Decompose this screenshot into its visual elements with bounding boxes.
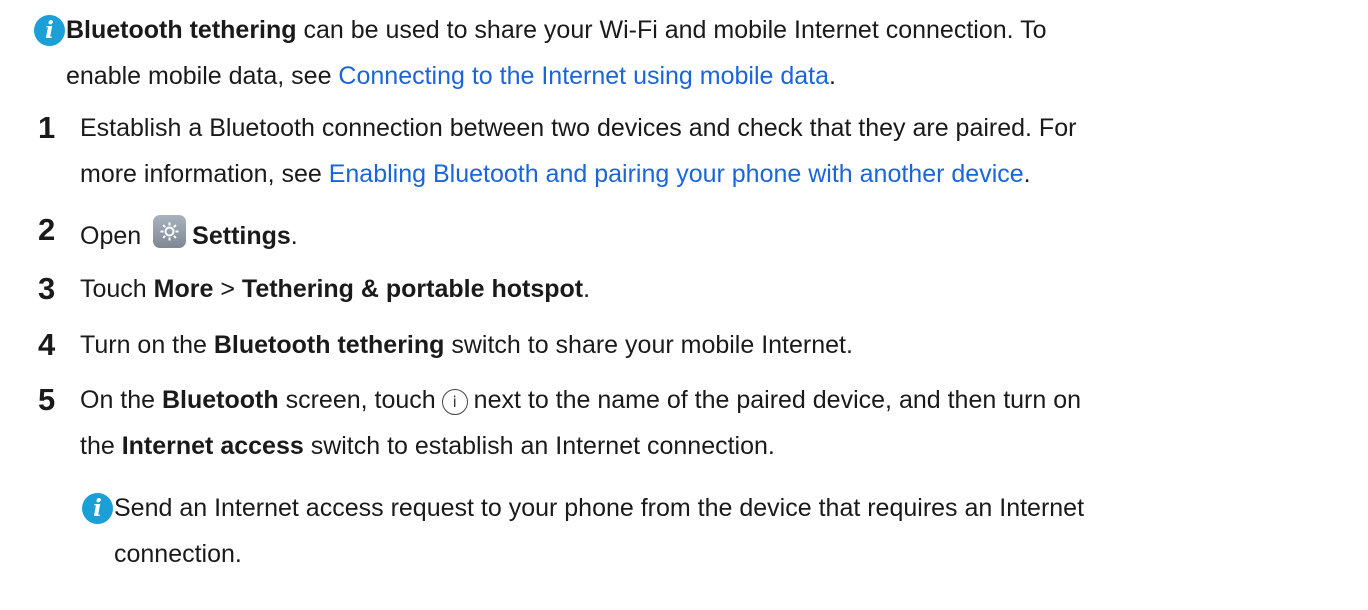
link-enabling-bluetooth[interactable]: Enabling Bluetooth and pairing your phon… xyxy=(329,160,1024,188)
step-number: 2 xyxy=(38,212,56,247)
tethering-hotspot-label: Tethering & portable hotspot xyxy=(241,275,584,303)
note2-line-1: Send an Internet access request to your … xyxy=(114,494,1085,522)
settings-icon xyxy=(153,215,187,248)
info-note-icon: i xyxy=(34,15,65,46)
bluetooth-label: Bluetooth xyxy=(162,386,279,414)
link-mobile-data[interactable]: Connecting to the Internet using mobile … xyxy=(338,62,829,90)
bluetooth-tethering-label: Bluetooth tethering xyxy=(213,331,445,359)
more-label: More xyxy=(153,275,214,303)
step-number: 5 xyxy=(38,382,56,417)
step-1-line-1: Establish a Bluetooth connection between… xyxy=(80,114,1077,142)
note-line-1: Bluetooth tethering can be used to share… xyxy=(66,16,1047,44)
step-1-line-2: more information, see Enabling Bluetooth… xyxy=(80,160,1031,188)
step-number: 4 xyxy=(38,327,56,362)
note-bold-term: Bluetooth tethering xyxy=(66,16,297,44)
step-4-line: Turn on the Bluetooth tethering switch t… xyxy=(80,331,853,359)
internet-access-label: Internet access xyxy=(121,432,304,460)
settings-label: Settings xyxy=(192,222,291,250)
step-3-line: Touch More > Tethering & portable hotspo… xyxy=(80,275,591,303)
step-2-line: Open Settings. xyxy=(80,215,298,251)
step-5-line-2: the Internet access switch to establish … xyxy=(80,432,775,460)
note-line-2: enable mobile data, see Connecting to th… xyxy=(66,62,836,90)
step-number: 3 xyxy=(38,271,56,306)
info-icon: i xyxy=(441,389,468,415)
note2-line-2: connection. xyxy=(114,540,242,568)
info-note-icon: i xyxy=(82,493,113,524)
step-5-line-1: On the Bluetooth screen, touch i next to t… xyxy=(80,386,1082,415)
step-number: 1 xyxy=(38,110,56,145)
